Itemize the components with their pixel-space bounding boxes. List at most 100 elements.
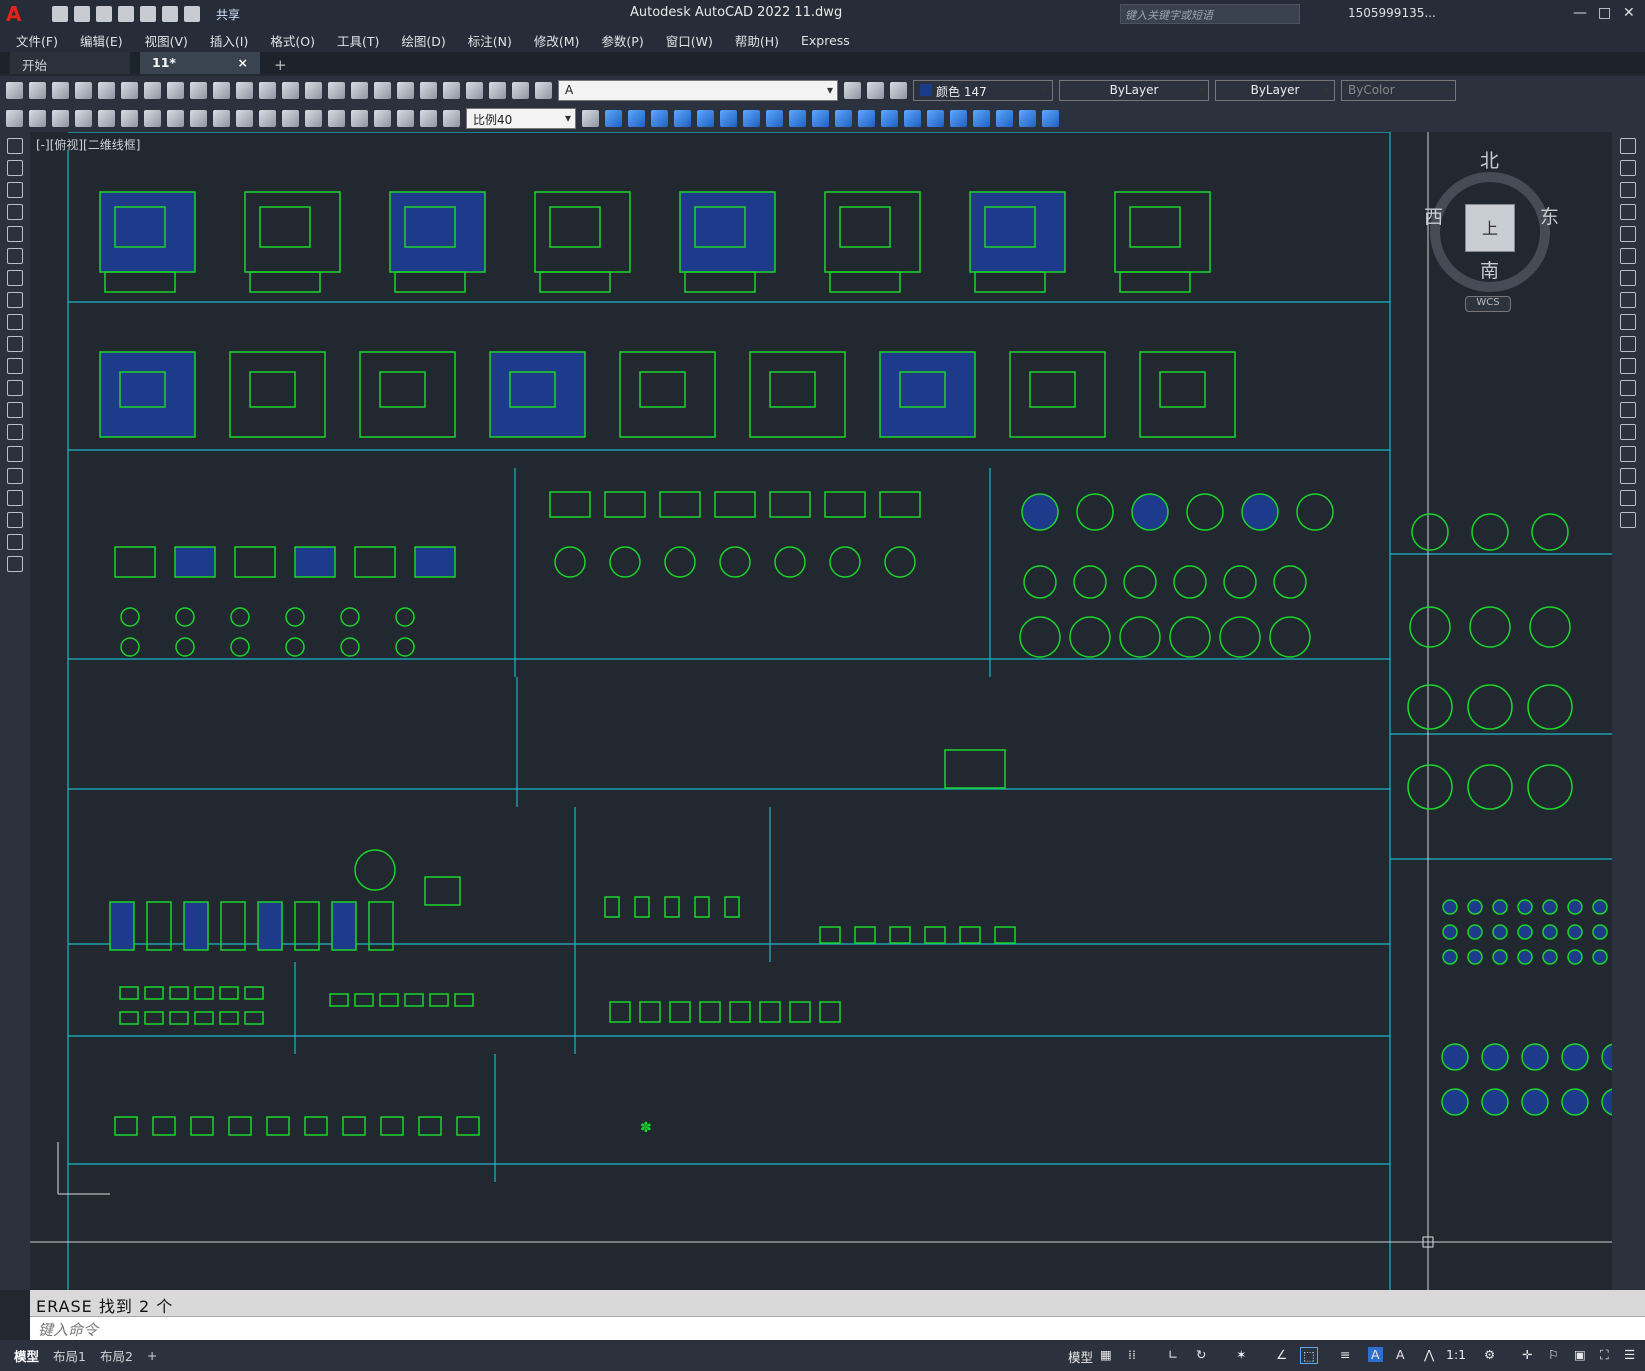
preview-icon[interactable] — [98, 81, 115, 99]
undo-icon[interactable] — [236, 81, 253, 99]
cut-icon[interactable] — [144, 81, 161, 99]
dim-text-edit-icon[interactable] — [420, 109, 437, 127]
table-icon[interactable] — [7, 512, 23, 528]
layer-manager-icon[interactable] — [535, 81, 552, 99]
insert-block-icon[interactable] — [7, 380, 23, 396]
tolerance-icon[interactable] — [305, 109, 322, 127]
matchprop-icon[interactable] — [213, 81, 230, 99]
mirror-icon[interactable] — [1620, 182, 1636, 198]
line-icon[interactable] — [7, 138, 23, 154]
plotstyle-select[interactable]: ByColor — [1341, 79, 1456, 101]
hardware-icon[interactable]: ▣ — [1574, 1347, 1586, 1362]
undo-icon[interactable] — [162, 6, 178, 22]
osnap-icon[interactable]: ✶ — [1236, 1347, 1246, 1362]
open-icon[interactable] — [74, 6, 90, 22]
explode-icon[interactable] — [950, 109, 967, 127]
new-icon[interactable] — [52, 6, 68, 22]
make-current-icon[interactable] — [844, 81, 861, 99]
angular-icon[interactable] — [167, 109, 184, 127]
save-icon[interactable] — [96, 6, 112, 22]
menu-item-4[interactable]: 格式(O) — [270, 31, 315, 50]
circle-icon[interactable] — [7, 270, 23, 286]
autocad-logo-icon[interactable]: A — [6, 2, 30, 26]
share-button[interactable]: 共享 — [216, 6, 240, 23]
copy-icon[interactable] — [1620, 160, 1636, 176]
color-select[interactable]: 颜色 147 — [913, 79, 1053, 101]
isolate-icon[interactable]: ⚐ — [1548, 1347, 1559, 1362]
mtext-icon[interactable] — [7, 534, 23, 550]
block-icon[interactable] — [1019, 109, 1036, 127]
offset-icon[interactable] — [1620, 204, 1636, 220]
join-icon[interactable] — [1620, 424, 1636, 440]
ellipse-icon[interactable] — [7, 336, 23, 352]
break-icon[interactable] — [858, 109, 875, 127]
erase-icon[interactable] — [1620, 138, 1636, 154]
move-icon[interactable] — [1620, 248, 1636, 264]
publish-icon[interactable] — [121, 81, 138, 99]
jogged-icon[interactable] — [121, 109, 138, 127]
array-icon[interactable] — [697, 109, 714, 127]
menu-item-2[interactable]: 视图(V) — [145, 31, 188, 50]
center-mark-icon[interactable] — [328, 109, 345, 127]
user-account[interactable]: 1505999135... — [1348, 6, 1436, 20]
layout-tab-model[interactable]: 模型 — [14, 1346, 39, 1365]
explode-icon[interactable] — [1620, 512, 1636, 528]
wcs-menu[interactable]: WCS — [1465, 296, 1511, 312]
stretch-icon[interactable] — [789, 109, 806, 127]
markup-icon[interactable] — [466, 81, 483, 99]
menu-item-11[interactable]: 帮助(H) — [735, 31, 779, 50]
tab-file[interactable]: 11* × — [140, 52, 260, 74]
north-label[interactable]: 北 — [1480, 146, 1499, 173]
baseline-icon[interactable] — [213, 109, 230, 127]
print-icon[interactable] — [140, 6, 156, 22]
quick-dim-icon[interactable] — [190, 109, 207, 127]
fullscreen-icon[interactable]: ⛶ — [1600, 1347, 1609, 1363]
dim-style-select[interactable]: 比例40 — [466, 107, 576, 129]
menu-item-12[interactable]: Express — [801, 33, 850, 48]
minimize-icon[interactable]: — — [1573, 5, 1587, 21]
add-selected-icon[interactable] — [7, 556, 23, 572]
layer-previous-icon[interactable] — [867, 81, 884, 99]
help-icon[interactable] — [512, 81, 529, 99]
model-space-button[interactable]: 模型 — [1068, 1347, 1093, 1366]
copy-object-icon[interactable] — [628, 109, 645, 127]
open-icon[interactable] — [29, 81, 46, 99]
blend-icon[interactable] — [1620, 490, 1636, 506]
menu-item-6[interactable]: 绘图(D) — [401, 31, 445, 50]
join-icon[interactable] — [881, 109, 898, 127]
west-label[interactable]: 西 — [1424, 202, 1443, 229]
make-block-icon[interactable] — [7, 402, 23, 418]
group-icon[interactable] — [973, 109, 990, 127]
ellipse-arc-icon[interactable] — [7, 358, 23, 374]
chamfer-icon[interactable] — [1620, 446, 1636, 462]
zoom-icon[interactable] — [305, 81, 322, 99]
aligned-dim-icon[interactable] — [29, 109, 46, 127]
gradient-icon[interactable] — [7, 468, 23, 484]
calculator-icon[interactable] — [489, 81, 506, 99]
scale-icon[interactable] — [766, 109, 783, 127]
redo-icon[interactable] — [259, 81, 276, 99]
layer-select[interactable]: A — [558, 79, 838, 101]
paste-icon[interactable] — [190, 81, 207, 99]
viewcube-face[interactable]: 上 — [1465, 204, 1515, 252]
hatch-icon[interactable] — [7, 446, 23, 462]
lineweight-select[interactable]: ByLayer — [1215, 79, 1335, 101]
lineweight-icon[interactable]: ≡ — [1340, 1347, 1350, 1362]
search-input[interactable]: 键入关键字或短语 — [1120, 4, 1300, 24]
chamfer-icon[interactable] — [904, 109, 921, 127]
polygon-icon[interactable] — [7, 204, 23, 220]
grid-icon[interactable]: ▦ — [1100, 1347, 1112, 1362]
rectangle-icon[interactable] — [7, 226, 23, 242]
annotation-visibility-icon[interactable]: A — [1368, 1347, 1383, 1362]
layout-tab-1[interactable]: 布局1 — [53, 1346, 86, 1365]
offset-icon[interactable] — [674, 109, 691, 127]
plus-icon[interactable]: ✛ — [1522, 1347, 1532, 1362]
stretch-icon[interactable] — [1620, 314, 1636, 330]
copy-icon[interactable] — [167, 81, 184, 99]
gear-icon[interactable]: ⚙ — [1484, 1347, 1495, 1362]
menu-item-9[interactable]: 参数(P) — [601, 31, 643, 50]
new-tab-button[interactable]: + — [274, 56, 287, 74]
close-icon[interactable]: ✕ — [1623, 5, 1635, 21]
layout-tab-2[interactable]: 布局2 — [100, 1346, 133, 1365]
angle-icon[interactable]: ∠ — [1276, 1347, 1287, 1362]
